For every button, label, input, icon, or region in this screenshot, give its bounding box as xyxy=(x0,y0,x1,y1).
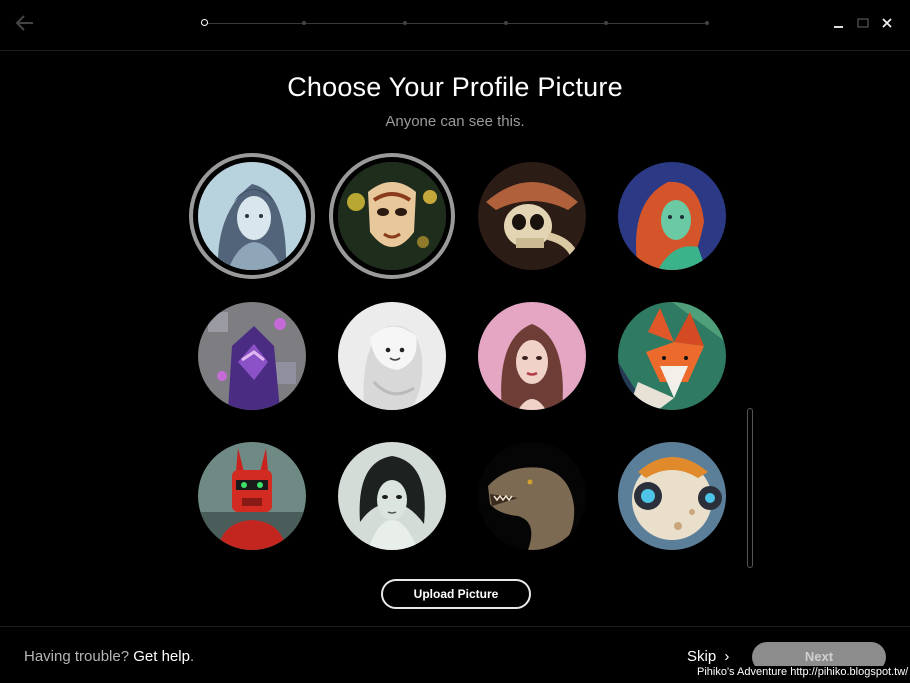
footer: Having trouble? Get help. Skip › Next Pi… xyxy=(0,626,910,683)
avatar-brunette-woman[interactable] xyxy=(478,302,586,410)
avatar-round-robot[interactable] xyxy=(618,442,726,550)
maximize-icon[interactable] xyxy=(854,14,872,32)
avatar-redhead-heroine[interactable] xyxy=(618,162,726,270)
progress-step-4 xyxy=(504,21,508,25)
progress-step-1 xyxy=(201,19,208,26)
avatar-pixel-hooded[interactable] xyxy=(198,302,306,410)
page-subtitle: Anyone can see this. xyxy=(385,113,525,130)
avatar-skull-pirate[interactable] xyxy=(478,162,586,270)
avatar-white-ghost[interactable] xyxy=(338,302,446,410)
progress-step-6 xyxy=(705,21,709,25)
close-icon[interactable] xyxy=(878,14,896,32)
avatar-red-robot[interactable] xyxy=(198,442,306,550)
top-bar xyxy=(0,0,910,51)
scrollbar[interactable] xyxy=(747,408,753,568)
minimize-icon[interactable] xyxy=(830,14,848,32)
progress-track xyxy=(206,23,708,24)
progress-step-2 xyxy=(302,21,306,25)
page-title: Choose Your Profile Picture xyxy=(287,72,623,102)
trouble-label: Having trouble? xyxy=(24,648,130,665)
upload-picture-button[interactable]: Upload Picture xyxy=(381,579,531,609)
skip-button[interactable]: Skip › xyxy=(687,648,729,665)
arrow-left-icon[interactable] xyxy=(14,12,36,34)
trouble-text: Having trouble? Get help. xyxy=(24,648,194,665)
avatar-masked-figure[interactable] xyxy=(338,162,446,270)
avatar-low-poly-fox[interactable] xyxy=(618,302,726,410)
get-help-link[interactable]: Get help xyxy=(133,648,190,665)
skip-label: Skip xyxy=(687,648,717,665)
chevron-right-icon: › xyxy=(724,648,730,665)
watermark: Pihiko's Adventure http://pihiko.blogspo… xyxy=(697,666,909,678)
progress-step-3 xyxy=(403,21,407,25)
avatar-dark-hair-portrait[interactable] xyxy=(338,442,446,550)
progress-step-5 xyxy=(604,21,608,25)
progress-stepper xyxy=(200,18,712,28)
help-period: . xyxy=(189,648,195,665)
avatar-t-rex[interactable] xyxy=(478,442,586,550)
avatar-sketch-woman[interactable] xyxy=(198,162,306,270)
